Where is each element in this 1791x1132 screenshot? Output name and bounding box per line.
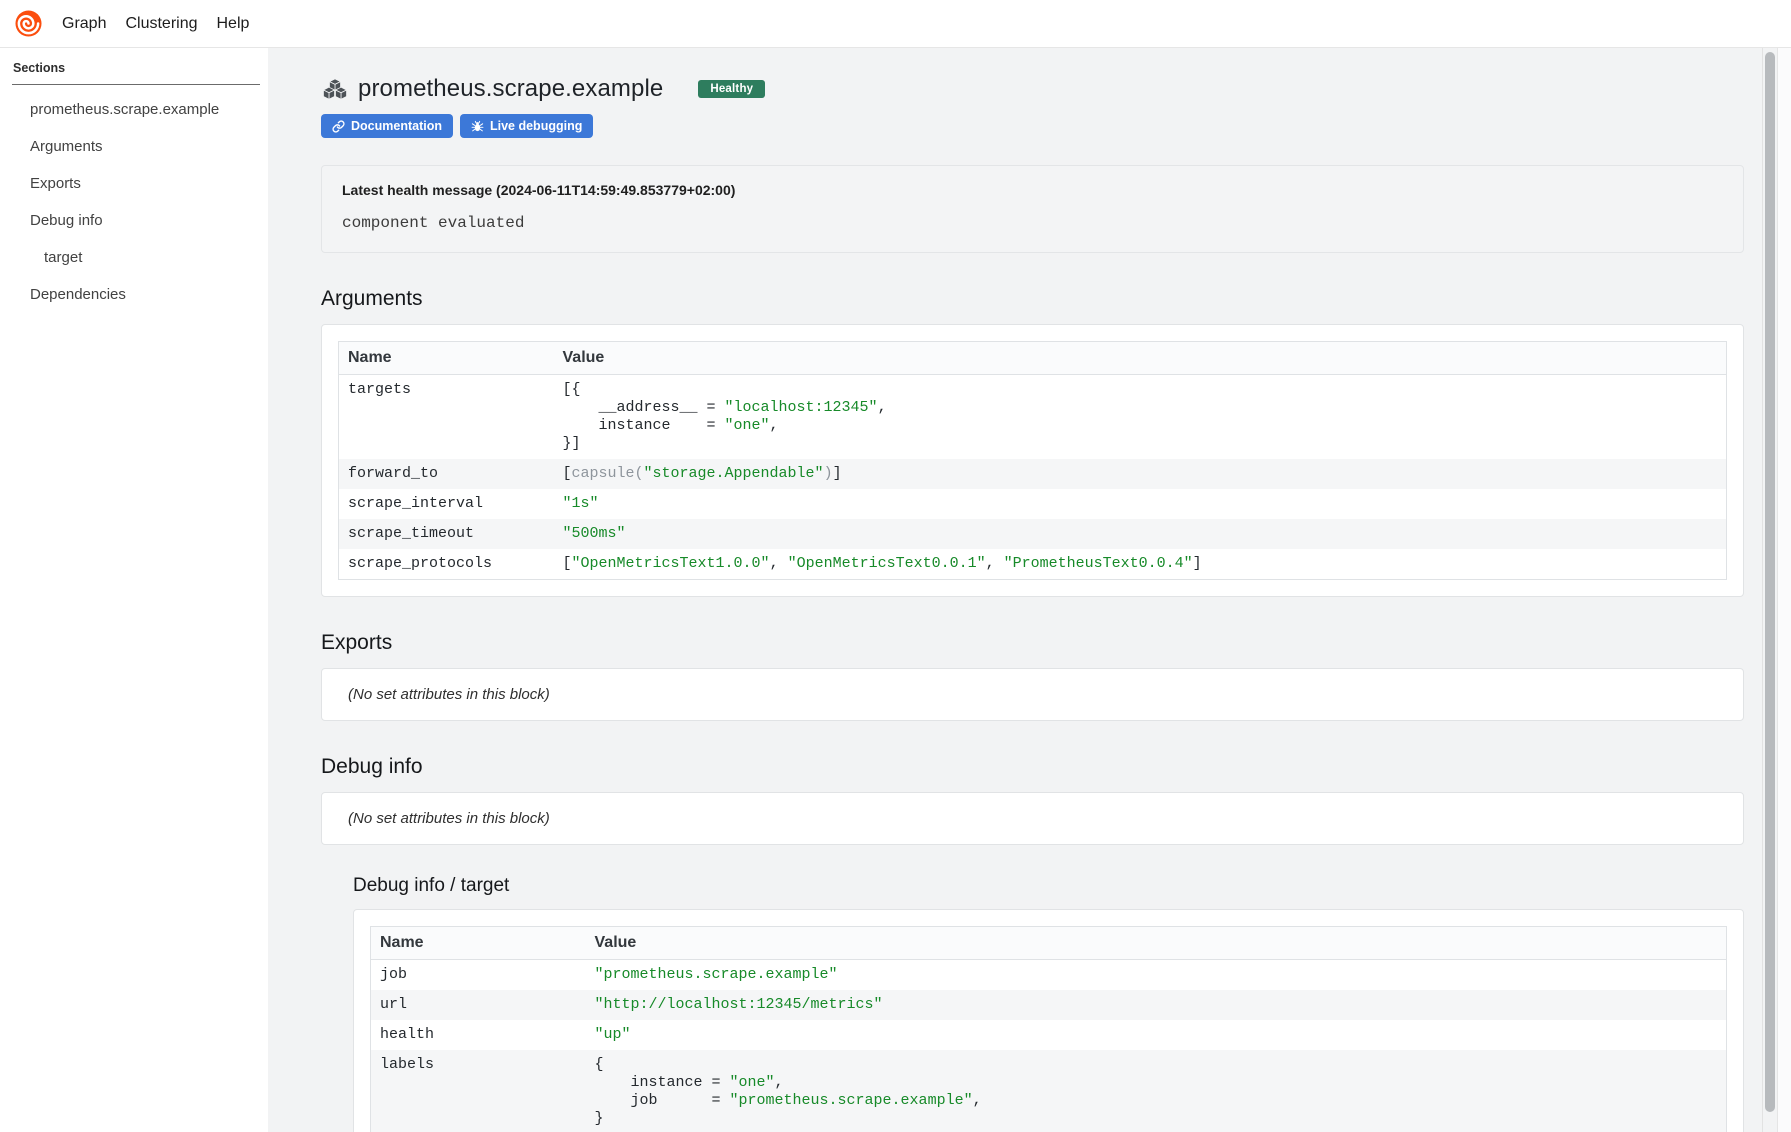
sidebar-item-exports[interactable]: Exports [0,165,268,202]
row-value-code: [{ __address__ = "localhost:12345", inst… [563,381,1718,453]
sidebar-divider [12,84,260,85]
table-row: scrape_interval "1s" [339,489,1727,519]
debug-info-empty-note: (No set attributes in this block) [348,810,1717,827]
health-message-text: component evaluated [342,214,1723,232]
link-icon [332,120,345,133]
column-header-value: Value [586,927,1727,960]
debug-target-table: NameValuejob "prometheus.scrape.example" u… [370,926,1727,1132]
scrollbar[interactable] [1762,48,1778,1132]
row-name: health [371,1020,586,1050]
sidebar-item-dependencies[interactable]: Dependencies [0,276,268,313]
table-header-row: NameValue [371,927,1727,960]
nav-item-help[interactable]: Help [217,15,250,33]
sidebar-item-target[interactable]: target [0,239,268,276]
row-value: ["OpenMetricsText1.0.0", "OpenMetricsTex… [554,549,1727,580]
debug-target-section: NameValuejob "prometheus.scrape.example" u… [353,909,1744,1132]
nav-item-clustering[interactable]: Clustering [125,15,197,33]
sidebar-item-debug-info[interactable]: Debug info [0,202,268,239]
debug-info-section: (No set attributes in this block) [321,792,1744,845]
row-value-code: "prometheus.scrape.example" [595,966,1718,984]
row-value: "prometheus.scrape.example" [586,960,1727,991]
table-header-row: NameValue [339,342,1727,375]
sidebar-item-arguments[interactable]: Arguments [0,128,268,165]
row-value: "1s" [554,489,1727,519]
table-row: labels{ instance = "one", job = "prometh… [371,1050,1727,1132]
table-row: scrape_protocols ["OpenMetricsText1.0.0",… [339,549,1727,580]
row-value: "up" [586,1020,1727,1050]
action-buttons-row: Documentation Live debugging [321,114,1744,138]
row-value-code: "1s" [563,495,1718,513]
navbar-menu: Graph Clustering Help [62,15,249,33]
page-title: prometheus.scrape.example [358,75,663,103]
table-row: url "http://localhost:12345/metrics" [371,990,1727,1020]
sidebar: Sections prometheus.scrape.exampleArgume… [0,48,268,1132]
table-row: health "up" [371,1020,1727,1050]
nav-item-graph[interactable]: Graph [62,15,106,33]
row-name: scrape_protocols [339,549,554,580]
table-row: job "prometheus.scrape.example" [371,960,1727,991]
row-value: "http://localhost:12345/metrics" [586,990,1727,1020]
row-name: url [371,990,586,1020]
row-value: [{ __address__ = "localhost:12345", inst… [554,375,1727,460]
section-heading-arguments: Arguments [321,287,1744,311]
documentation-button[interactable]: Documentation [321,114,453,138]
section-heading-debug-info: Debug info [321,755,1744,779]
section-heading-exports: Exports [321,631,1744,655]
row-value-code: "up" [595,1026,1718,1044]
main-content: prometheus.scrape.example Healthy Docume… [268,48,1791,1132]
component-title-row: prometheus.scrape.example Healthy [321,75,1744,103]
row-name: scrape_interval [339,489,554,519]
row-name: job [371,960,586,991]
component-cubes-icon [321,77,349,102]
live-debugging-button[interactable]: Live debugging [460,114,593,138]
row-value-code: { instance = "one", job = "prometheus.sc… [595,1056,1718,1128]
bug-icon [471,120,484,133]
table-row: forward_to [capsule("storage.Appendable")… [339,459,1727,489]
row-value-code: "500ms" [563,525,1718,543]
row-name: forward_to [339,459,554,489]
row-value-code: [capsule("storage.Appendable")] [563,465,1718,483]
row-name: targets [339,375,554,460]
health-message-label: Latest health message (2024-06-11T14:59:… [342,182,1723,198]
row-name: labels [371,1050,586,1132]
arguments-table: NameValuetargets[{ __address__ = "localh… [338,341,1727,580]
live-debugging-button-label: Live debugging [490,119,582,133]
table-row: scrape_timeout "500ms" [339,519,1727,549]
section-heading-debug-target: Debug info / target [353,875,1744,897]
health-badge: Healthy [698,80,765,98]
row-value: [capsule("storage.Appendable")] [554,459,1727,489]
row-value: "500ms" [554,519,1727,549]
arguments-section: NameValuetargets[{ __address__ = "localh… [321,324,1744,597]
table-row: targets[{ __address__ = "localhost:12345… [339,375,1727,460]
exports-empty-note: (No set attributes in this block) [348,686,1717,703]
sidebar-items: prometheus.scrape.exampleArgumentsExport… [0,91,268,313]
alloy-logo-icon[interactable] [15,10,42,37]
debug-target-block: Debug info / target NameValuejob "prometh… [353,875,1744,1132]
row-value-code: ["OpenMetricsText1.0.0", "OpenMetricsTex… [563,555,1718,573]
sidebar-item-prometheus-scrape-example[interactable]: prometheus.scrape.example [0,91,268,128]
row-name: scrape_timeout [339,519,554,549]
window-scrollbar-gutter [1778,48,1791,1132]
scrollbar-thumb[interactable] [1765,52,1775,1112]
row-value: { instance = "one", job = "prometheus.sc… [586,1050,1727,1132]
exports-section: (No set attributes in this block) [321,668,1744,721]
column-header-value: Value [554,342,1727,375]
column-header-name: Name [339,342,554,375]
documentation-button-label: Documentation [351,119,442,133]
health-message-box: Latest health message (2024-06-11T14:59:… [321,165,1744,253]
column-header-name: Name [371,927,586,960]
row-value-code: "http://localhost:12345/metrics" [595,996,1718,1014]
sidebar-title: Sections [0,61,268,75]
navbar: Graph Clustering Help [0,0,1791,48]
